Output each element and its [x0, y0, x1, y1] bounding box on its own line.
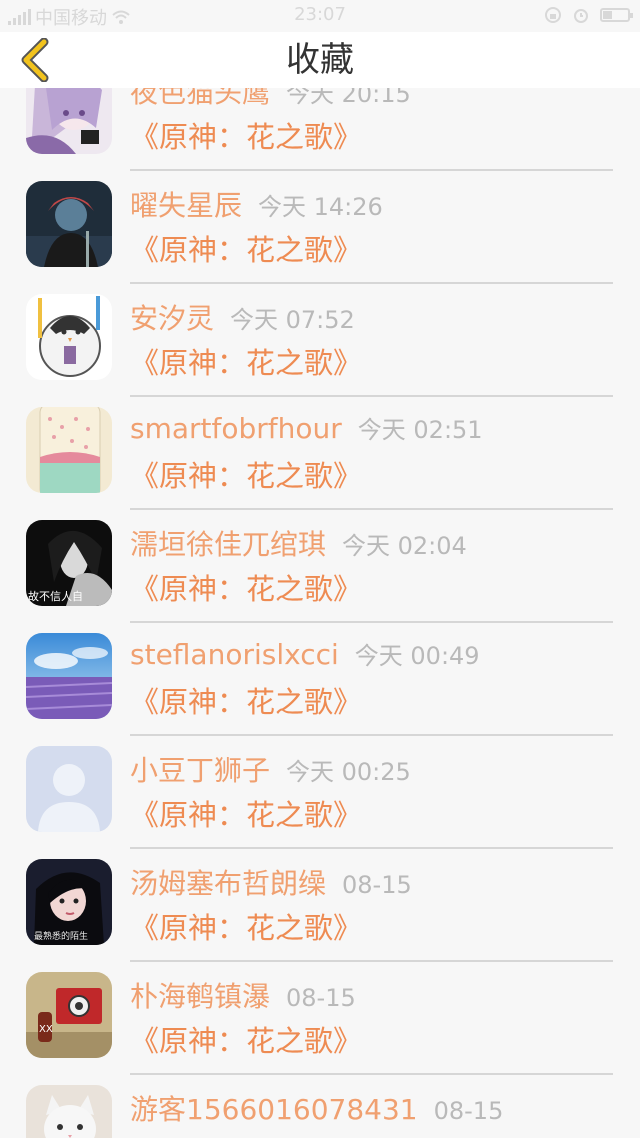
svg-text:故不信人自: 故不信人自 — [28, 589, 83, 603]
toy-camera-avatar: XX — [26, 972, 112, 1058]
user-name-text: 安汐灵 — [130, 302, 215, 335]
favorites-list[interactable]: 夜色猫头鹰 今天 20:15 《原神：花之歌》 曜失星辰 今天 14:26 《原神：花之歌… — [0, 88, 640, 1138]
avatar[interactable] — [26, 633, 112, 719]
page-title: 收藏 — [286, 40, 354, 80]
timestamp: 今天 07:52 — [230, 306, 355, 334]
user-name: 朴海鹌镇瀑 08-15 — [130, 975, 356, 1015]
girl-portrait-avatar: 最熟悉的陌生 — [26, 859, 112, 945]
user-name-text: 小豆丁狮子 — [130, 754, 271, 787]
timestamp: 08-15 — [342, 871, 412, 899]
battery-icon — [600, 8, 633, 22]
timestamp: 今天 02:51 — [357, 416, 483, 444]
avatar[interactable] — [26, 88, 112, 154]
user-name-text: 夜色猫头鹰 — [130, 88, 271, 109]
list-item[interactable]: 游客1566016078431 08-15 《原神：花之歌》 — [0, 1075, 640, 1138]
favorite-title: 《原神：花之歌》 — [130, 459, 363, 493]
svg-text:最熟悉的陌生: 最熟悉的陌生 — [34, 930, 88, 942]
favorite-title: 《原神：花之歌》 — [130, 1024, 363, 1058]
chevron-left-icon — [21, 38, 49, 82]
favorite-title: 《原神：花之歌》 — [130, 1131, 362, 1138]
timestamp: 今天 00:49 — [354, 642, 480, 670]
avatar[interactable]: 最熟悉的陌生 — [26, 859, 112, 945]
avatar[interactable] — [26, 181, 112, 267]
bw-portrait-avatar: 故不信人自 — [26, 520, 112, 606]
avatar[interactable] — [26, 1085, 112, 1138]
user-name: smartfobrfhour 今天 02:51 — [130, 410, 483, 445]
lock-rotation-icon — [545, 7, 561, 23]
list-item[interactable]: 夜色猫头鹰 今天 20:15 《原神：花之歌》 — [0, 88, 640, 171]
user-name: steflanorislxcci 今天 00:49 — [130, 636, 480, 671]
default-user-avatar — [26, 746, 112, 832]
list-item[interactable]: 最熟悉的陌生 汤姆塞布哲朗缲 08-15 《原神：花之歌》 — [0, 849, 640, 962]
timestamp: 今天 00:25 — [286, 758, 411, 786]
favorite-title: 《原神：花之歌》 — [130, 685, 363, 719]
list-item[interactable]: smartfobrfhour 今天 02:51 《原神：花之歌》 — [0, 397, 640, 510]
user-name: 小豆丁狮子 今天 00:25 — [130, 749, 411, 789]
user-name: 濡垣徐佳兀绾琪 今天 02:04 — [130, 523, 467, 563]
timestamp: 今天 02:04 — [342, 532, 467, 560]
status-bar: 中国移动 23:07 — [0, 0, 640, 32]
favorite-title: 《原神：花之歌》 — [130, 572, 363, 606]
favorite-title: 《原神：花之歌》 — [130, 911, 363, 945]
user-name-text: 游客1566016078431 — [130, 1093, 418, 1126]
user-name: 曜失星辰 今天 14:26 — [130, 184, 383, 224]
back-button[interactable] — [14, 38, 58, 82]
user-name-text: 濡垣徐佳兀绾琪 — [130, 528, 327, 561]
avatar[interactable]: 故不信人自 — [26, 520, 112, 606]
svg-text:XX: XX — [39, 1024, 53, 1035]
user-name: 游客1566016078431 08-15 — [130, 1088, 503, 1128]
favorite-title: 《原神：花之歌》 — [130, 120, 363, 154]
list-item[interactable]: steflanorislxcci 今天 00:49 《原神：花之歌》 — [0, 623, 640, 736]
user-name-text: 汤姆塞布哲朗缲 — [130, 867, 327, 900]
favorite-title: 《原神：花之歌》 — [130, 233, 363, 267]
timestamp: 今天 14:26 — [258, 193, 383, 221]
phone-case-avatar — [26, 407, 112, 493]
list-item[interactable]: 小豆丁狮子 今天 00:25 《原神：花之歌》 — [0, 736, 640, 849]
user-name-text: steflanorislxcci — [130, 638, 339, 671]
user-name-text: 朴海鹌镇瀑 — [130, 980, 271, 1013]
list-item[interactable]: 安汐灵 今天 07:52 《原神：花之歌》 — [0, 284, 640, 397]
user-name-text: 曜失星辰 — [130, 189, 243, 222]
list-item[interactable]: XX 朴海鹌镇瀑 08-15 《原神：花之歌》 — [0, 962, 640, 1075]
user-name: 夜色猫头鹰 今天 20:15 — [130, 88, 411, 111]
user-name-text: smartfobrfhour — [130, 412, 342, 445]
list-item[interactable]: 曜失星辰 今天 14:26 《原神：花之歌》 — [0, 171, 640, 284]
anime-character-avatar — [26, 88, 112, 154]
lavender-field-avatar — [26, 633, 112, 719]
nav-bar: 收藏 — [0, 32, 640, 88]
favorite-title: 《原神：花之歌》 — [130, 798, 363, 832]
battery-level — [603, 11, 613, 19]
favorite-title: 《原神：花之歌》 — [130, 346, 363, 380]
favorites-list-inner: 夜色猫头鹰 今天 20:15 《原神：花之歌》 曜失星辰 今天 14:26 《原神：花之歌… — [0, 88, 640, 1138]
penguin-avatar — [26, 294, 112, 380]
avatar[interactable] — [26, 746, 112, 832]
timestamp: 今天 20:15 — [286, 88, 411, 108]
timestamp: 08-15 — [433, 1097, 504, 1125]
cat-avatar — [26, 1085, 112, 1138]
user-name: 汤姆塞布哲朗缲 08-15 — [130, 862, 412, 902]
avatar[interactable] — [26, 407, 112, 493]
user-name: 安汐灵 今天 07:52 — [130, 297, 355, 337]
alarm-icon — [574, 9, 588, 23]
avatar[interactable]: XX — [26, 972, 112, 1058]
timestamp: 08-15 — [286, 984, 356, 1012]
status-right-icons — [544, 6, 633, 24]
avatar[interactable] — [26, 294, 112, 380]
list-item[interactable]: 故不信人自 濡垣徐佳兀绾琪 今天 02:04 《原神：花之歌》 — [0, 510, 640, 623]
dark-portrait-avatar — [26, 181, 112, 267]
